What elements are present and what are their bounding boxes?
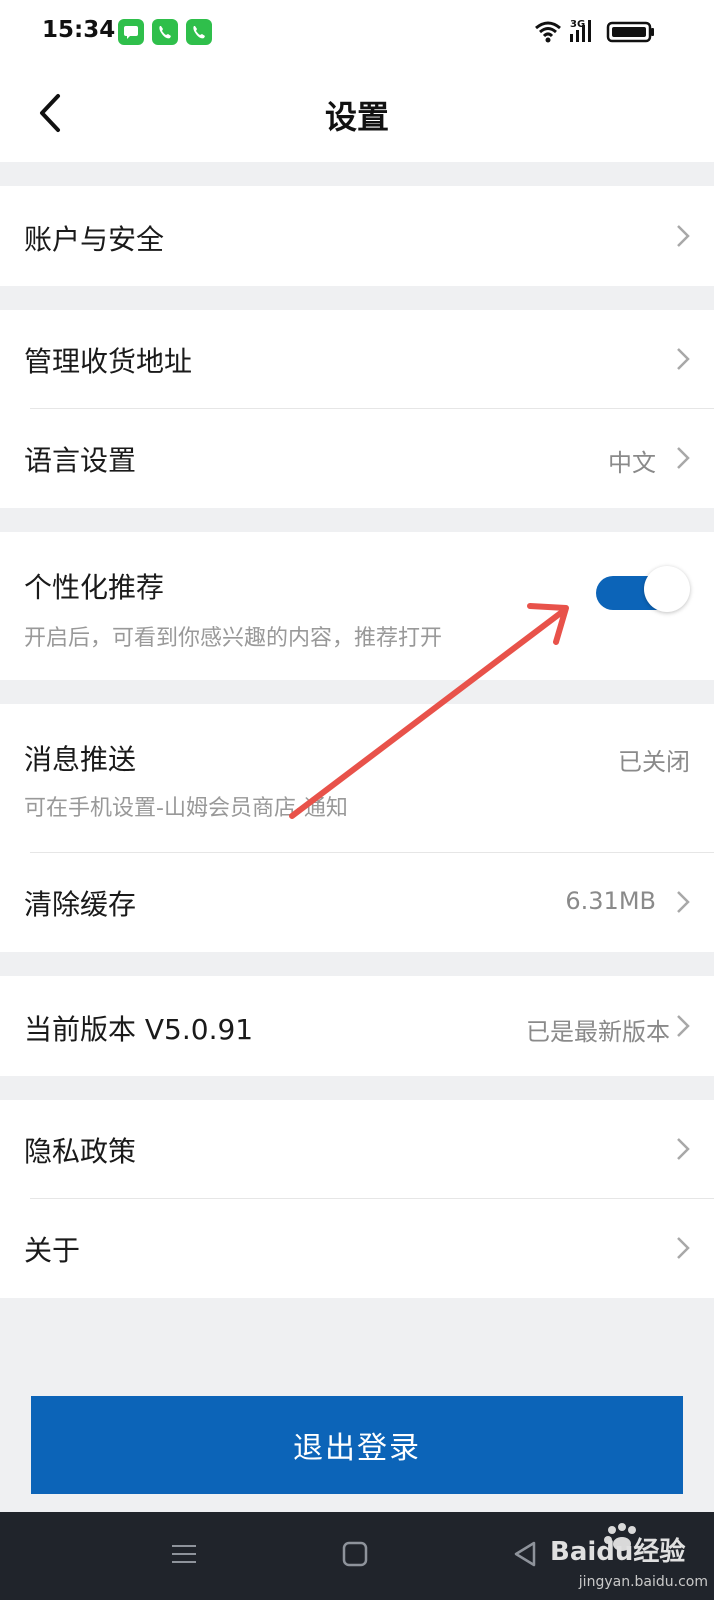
menu-icon[interactable]	[170, 1540, 198, 1568]
about-row[interactable]: 关于	[0, 1199, 714, 1298]
chevron-right-icon	[677, 1015, 690, 1037]
cache-size: 6.31MB	[565, 887, 656, 915]
push-label: 消息推送	[24, 743, 137, 776]
personalized-label: 个性化推荐	[24, 571, 165, 604]
baidu-logo: Baidu经验	[550, 1523, 685, 1567]
language-row[interactable]: 语言设置 中文	[0, 409, 714, 508]
page-title: 设置	[324, 98, 389, 136]
settings-card-account: 账户与安全	[0, 186, 714, 286]
chevron-right-icon	[677, 225, 690, 247]
about-label: 关于	[24, 1234, 81, 1267]
phone-icon	[186, 19, 212, 45]
chevron-right-icon	[677, 1237, 690, 1259]
chevron-right-icon	[677, 447, 690, 469]
logout-button[interactable]: 退出登录	[31, 1396, 683, 1494]
status-time: 15:34	[42, 17, 116, 43]
status-bar: 15:34 3G	[0, 0, 714, 64]
status-indicators: 3G	[534, 18, 664, 46]
settings-card-notifications: 消息推送 可在手机设置-山姆会员商店-通知 已关闭 清除缓存 6.31MB	[0, 704, 714, 952]
address-label: 管理收货地址	[24, 345, 193, 378]
watermark-url: jingyan.baidu.com	[578, 1574, 708, 1590]
phone-icon	[152, 19, 178, 45]
account-security-label: 账户与安全	[24, 223, 165, 256]
signal-icon: 3G	[570, 19, 591, 42]
message-icon	[118, 19, 144, 45]
home-icon[interactable]	[342, 1540, 368, 1568]
chevron-right-icon	[677, 348, 690, 370]
cache-label: 清除缓存	[24, 888, 137, 921]
version-label: 当前版本 V5.0.91	[24, 1013, 254, 1046]
svg-text:Baidu经验: Baidu经验	[550, 1536, 685, 1567]
cache-row[interactable]: 清除缓存 6.31MB	[0, 853, 714, 952]
personalized-subtitle: 开启后，可看到你感兴趣的内容，推荐打开	[24, 626, 443, 651]
settings-card-version: 当前版本 V5.0.91 已是最新版本	[0, 976, 714, 1076]
version-row[interactable]: 当前版本 V5.0.91 已是最新版本	[0, 976, 714, 1076]
push-subtitle: 可在手机设置-山姆会员商店-通知	[24, 796, 348, 821]
address-row[interactable]: 管理收货地址	[0, 310, 714, 408]
settings-card-legal: 隐私政策 关于	[0, 1100, 714, 1298]
push-row[interactable]: 消息推送 可在手机设置-山姆会员商店-通知 已关闭	[0, 704, 714, 852]
back-nav-icon[interactable]	[512, 1540, 538, 1568]
battery-icon	[606, 21, 654, 43]
language-value: 中文	[608, 449, 656, 477]
version-status: 已是最新版本	[526, 1018, 670, 1046]
header: 设置	[0, 64, 714, 162]
push-status: 已关闭	[618, 748, 690, 776]
toggle-knob	[644, 566, 690, 612]
personalized-toggle[interactable]	[596, 566, 690, 614]
chevron-right-icon	[677, 1138, 690, 1160]
account-security-row[interactable]: 账户与安全	[0, 186, 714, 286]
language-label: 语言设置	[24, 444, 137, 477]
chevron-right-icon	[677, 891, 690, 913]
privacy-row[interactable]: 隐私政策	[0, 1100, 714, 1198]
privacy-label: 隐私政策	[24, 1135, 137, 1168]
wifi-icon	[535, 21, 561, 43]
settings-card-general: 管理收货地址 语言设置 中文	[0, 310, 714, 508]
